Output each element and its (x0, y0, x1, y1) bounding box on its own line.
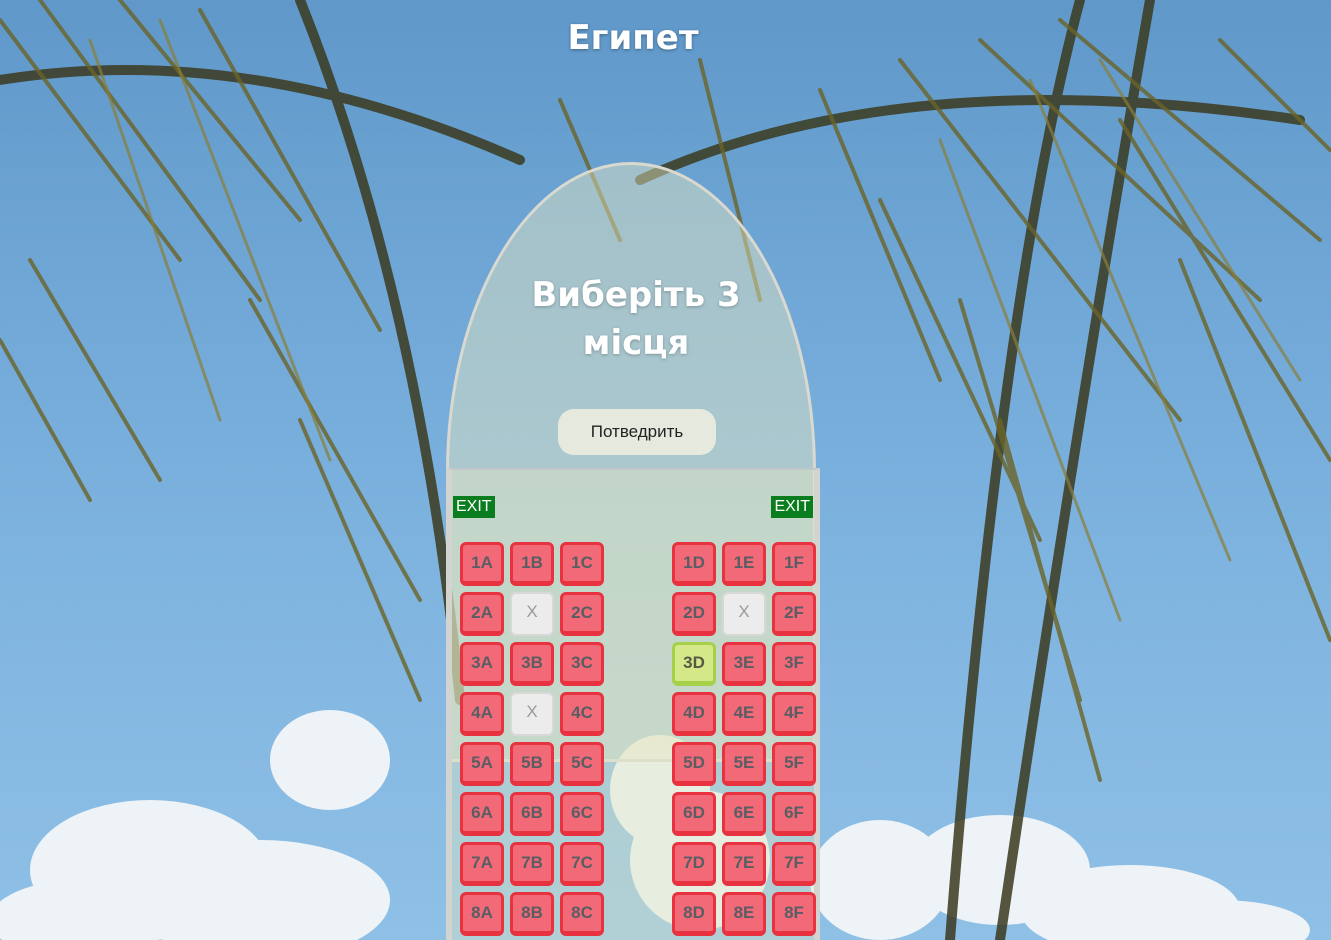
seat-button[interactable]: 8F (772, 892, 816, 936)
seat-button[interactable]: 2A (460, 592, 504, 636)
seat-button[interactable]: 6C (560, 792, 604, 836)
confirm-button[interactable]: Потведрить (558, 409, 716, 455)
seat-occupied: X (510, 592, 554, 636)
seat-button[interactable]: 4A (460, 692, 504, 736)
seat-button[interactable]: 1E (722, 542, 766, 586)
seat-button[interactable]: 6B (510, 792, 554, 836)
seat-button[interactable]: 8A (460, 892, 504, 936)
seat-button[interactable]: 6D (672, 792, 716, 836)
seat-button[interactable]: 8E (722, 892, 766, 936)
seat-button[interactable]: 1A (460, 542, 504, 586)
seat-button[interactable]: 8C (560, 892, 604, 936)
seat-button[interactable]: 5A (460, 742, 504, 786)
seat-button[interactable]: 7E (722, 842, 766, 886)
seat-occupied: X (510, 692, 554, 736)
seat-button[interactable]: 7A (460, 842, 504, 886)
seat-button[interactable]: 7D (672, 842, 716, 886)
exit-sign-left: EXIT (453, 496, 495, 518)
seat-button[interactable]: 7C (560, 842, 604, 886)
seat-button[interactable]: 4D (672, 692, 716, 736)
seat-button[interactable]: 5F (772, 742, 816, 786)
seat-button[interactable]: 8B (510, 892, 554, 936)
seat-button[interactable]: 5C (560, 742, 604, 786)
seat-button[interactable]: 8D (672, 892, 716, 936)
seat-button[interactable]: 3E (722, 642, 766, 686)
seat-occupied: X (722, 592, 766, 636)
seat-button[interactable]: 2F (772, 592, 816, 636)
seat-button[interactable]: 1C (560, 542, 604, 586)
seat-instruction: Виберіть 3 місця (531, 275, 741, 363)
seat-button[interactable]: 6F (772, 792, 816, 836)
seat-button[interactable]: 5B (510, 742, 554, 786)
page-title: Египет (567, 18, 699, 58)
seat-button[interactable]: 7F (772, 842, 816, 886)
seat-button[interactable]: 3B (510, 642, 554, 686)
cabin: EXIT EXIT 1A 1B 1C 1D 1E 1F 2A X 2C 2D X 2F 3A 3B 3C 3D… (446, 468, 820, 940)
seat-button[interactable]: 2D (672, 592, 716, 636)
seat-button[interactable]: 4E (722, 692, 766, 736)
seat-button[interactable]: 6A (460, 792, 504, 836)
exit-sign-right: EXIT (771, 496, 813, 518)
seat-button[interactable]: 7B (510, 842, 554, 886)
seat-button[interactable]: 3A (460, 642, 504, 686)
seat-button[interactable]: 5D (672, 742, 716, 786)
seat-button[interactable]: 4F (772, 692, 816, 736)
airplane-seat-map: Виберіть 3 місця Потведрить EXIT EXIT 1A… (446, 162, 820, 940)
seat-button[interactable]: 1F (772, 542, 816, 586)
seat-button[interactable]: 6E (722, 792, 766, 836)
seat-button[interactable]: 1D (672, 542, 716, 586)
seat-button[interactable]: 2C (560, 592, 604, 636)
seat-button[interactable]: 3C (560, 642, 604, 686)
seat-selected[interactable]: 3D (672, 642, 716, 686)
seat-button[interactable]: 1B (510, 542, 554, 586)
seat-button[interactable]: 5E (722, 742, 766, 786)
seat-button[interactable]: 4C (560, 692, 604, 736)
seat-button[interactable]: 3F (772, 642, 816, 686)
